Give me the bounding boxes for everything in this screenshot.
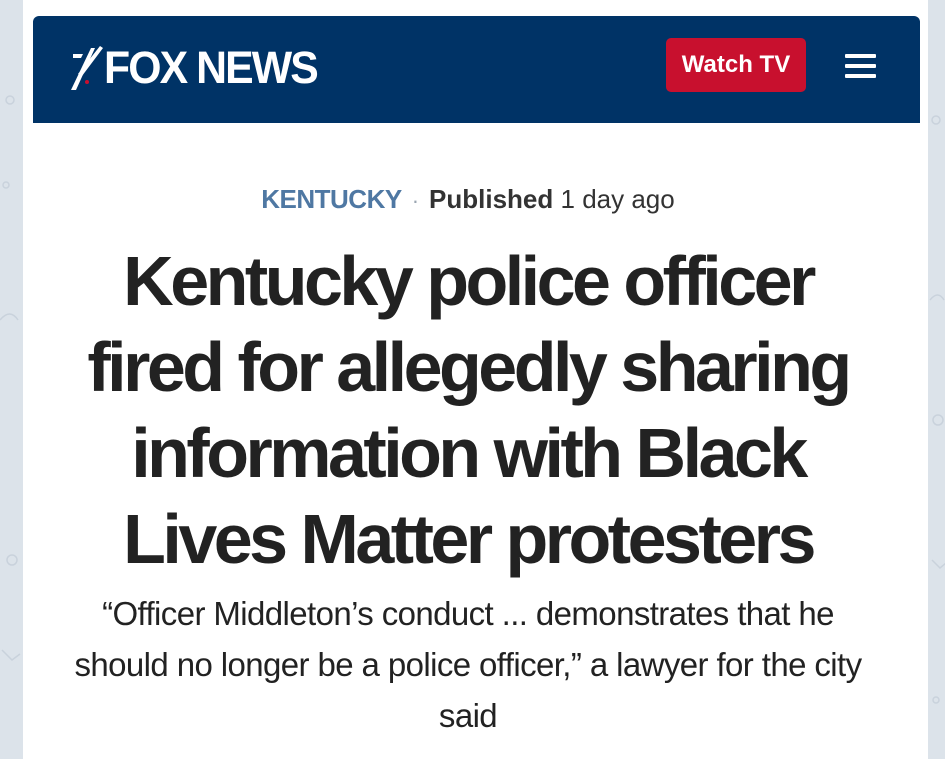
article-meta: KENTUCKY · Published 1 day ago <box>23 181 913 219</box>
meta-separator: · <box>411 188 420 213</box>
fox-logo-mark-icon <box>71 46 103 90</box>
site-header: FOX NEWS Watch TV <box>33 16 920 123</box>
category-link[interactable]: KENTUCKY <box>261 184 402 214</box>
hamburger-menu-icon[interactable] <box>841 50 881 82</box>
logo-wordmark: FOX NEWS <box>104 42 319 93</box>
article-card: FOX NEWS Watch TV KENTUCKY · Published 1 d… <box>23 0 928 759</box>
article-headline: Kentucky police officer fired for allege… <box>87 242 852 578</box>
article-subheadline: “Officer Middleton’s conduct ... demonst… <box>74 595 862 734</box>
watch-tv-button[interactable]: Watch TV <box>666 38 806 92</box>
published-time: 1 day ago <box>560 184 675 214</box>
published-label: Published <box>429 184 554 214</box>
fox-news-logo[interactable]: FOX NEWS <box>69 44 328 92</box>
